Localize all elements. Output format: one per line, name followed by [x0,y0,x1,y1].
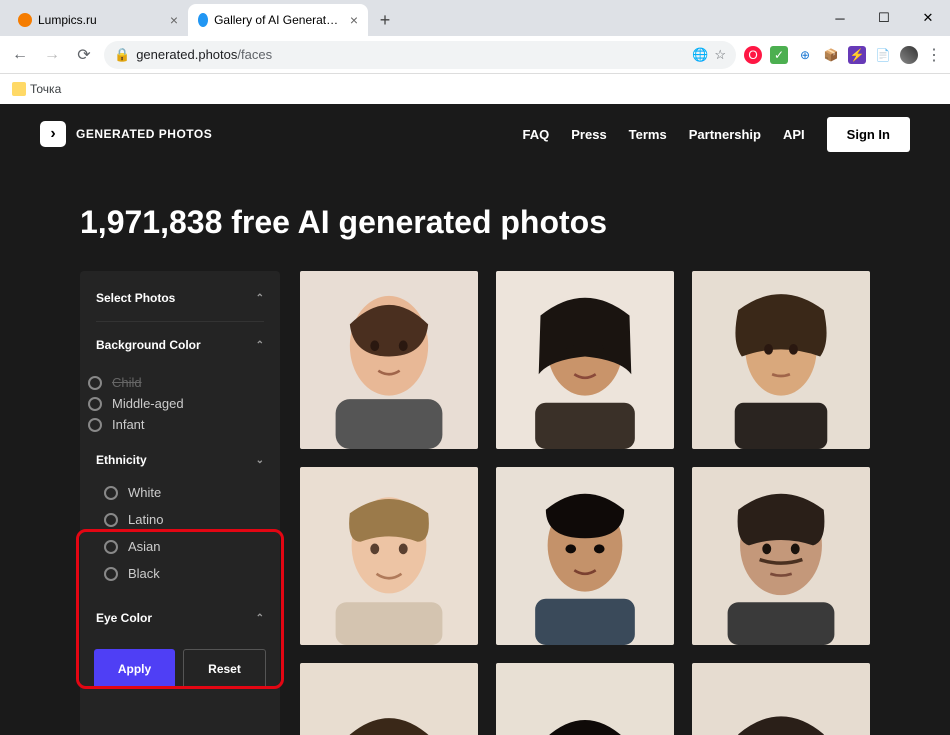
nav-press[interactable]: Press [571,127,606,142]
site-logo[interactable]: › GENERATED PHOTOS [40,121,212,147]
maximize-button[interactable]: ☐ [862,0,906,36]
favicon-lumpics [18,13,32,27]
photo-item[interactable] [692,271,870,449]
photo-item[interactable] [496,271,674,449]
browser-tab-generated[interactable]: Gallery of AI Generated Faces | G × [188,4,368,36]
ext-purple-icon[interactable]: ⚡ [848,46,866,64]
opera-icon[interactable]: O [744,46,762,64]
signin-button[interactable]: Sign In [827,117,910,152]
favicon-generated [198,13,208,27]
reading-list-icon[interactable]: 📄 [874,46,892,64]
page-title: 1,971,838 free AI generated photos [0,164,950,271]
lock-icon: 🔒 [114,47,130,63]
bookmark-tochka[interactable]: Точка [12,82,61,96]
apply-button[interactable]: Apply [94,649,175,689]
photo-item[interactable] [496,467,674,645]
photo-item[interactable] [300,467,478,645]
menu-button[interactable]: ⋮ [926,45,942,65]
new-tab-button[interactable]: + [372,7,398,33]
radio-latino[interactable]: Latino [104,506,264,533]
nav-terms[interactable]: Terms [629,127,667,142]
url-text: generated.photos/faces [136,47,272,62]
filter-age-options: Child Middle-aged Infant [80,372,280,441]
radio-child[interactable]: Child [88,372,280,393]
nav-faq[interactable]: FAQ [523,127,550,142]
adblock-icon[interactable]: ✓ [770,46,788,64]
radio-middle-aged[interactable]: Middle-aged [88,393,280,414]
radio-icon [104,486,118,500]
photo-item[interactable] [692,467,870,645]
reset-button[interactable]: Reset [183,649,266,689]
page-content[interactable]: › GENERATED PHOTOS FAQ Press Terms Partn… [0,104,950,735]
browser-tab-lumpics[interactable]: Lumpics.ru × [8,4,188,36]
bookmarks-bar: Точка [0,74,950,104]
filter-ethnicity: Ethnicity ⌄ White Latino Asian [80,441,280,599]
logo-text: GENERATED PHOTOS [76,127,212,141]
filter-background-color[interactable]: Background Color ⌃ [80,326,280,364]
chevron-up-icon: ⌃ [256,340,264,351]
extension-icons: O ✓ ⊕ 📦 ⚡ 📄 ⋮ [744,45,942,65]
nav-partnership[interactable]: Partnership [689,127,761,142]
window-titlebar: Lumpics.ru × Gallery of AI Generated Fac… [0,0,950,36]
chevron-up-icon: ⌃ [256,293,264,304]
radio-icon [104,567,118,581]
filter-ethnicity-header[interactable]: Ethnicity ⌄ [96,453,264,467]
photo-item[interactable] [300,271,478,449]
tab-title: Lumpics.ru [38,13,97,27]
address-bar[interactable]: 🔒 generated.photos/faces 🌐 ☆ [104,41,736,69]
divider [96,321,264,322]
window-controls: ─ ☐ ✕ [818,0,950,36]
nav-api[interactable]: API [783,127,805,142]
radio-icon [88,376,102,390]
radio-asian[interactable]: Asian [104,533,264,560]
cube-icon[interactable]: 📦 [822,46,840,64]
chevron-up-icon: ⌃ [256,613,264,624]
forward-button[interactable]: → [40,43,64,67]
chevron-down-icon: ⌄ [256,455,264,466]
browser-toolbar: ← → ⟳ 🔒 generated.photos/faces 🌐 ☆ O ✓ ⊕… [0,36,950,74]
radio-infant[interactable]: Infant [88,414,280,435]
reload-button[interactable]: ⟳ [72,43,96,67]
radio-icon [104,513,118,527]
radio-icon [104,540,118,554]
filter-select-photos[interactable]: Select Photos ⌃ [80,279,280,317]
filters-sidebar: Select Photos ⌃ Background Color ⌃ Child [80,271,280,735]
logo-badge-icon: › [40,121,66,147]
globe-icon[interactable]: ⊕ [796,46,814,64]
radio-icon [88,418,102,432]
bookmark-folder-icon [12,82,26,96]
photo-item[interactable] [496,663,674,735]
profile-avatar[interactable] [900,46,918,64]
close-button[interactable]: ✕ [906,0,950,36]
radio-black[interactable]: Black [104,560,264,587]
nav-links: FAQ Press Terms Partnership API Sign In [523,117,910,152]
photo-item[interactable] [692,663,870,735]
radio-white[interactable]: White [104,479,264,506]
translate-icon[interactable]: 🌐 [692,47,708,63]
filter-actions: Apply Reset [80,637,280,701]
close-icon[interactable]: × [170,12,178,28]
close-icon[interactable]: × [350,12,358,28]
star-icon[interactable]: ☆ [714,47,726,63]
photo-gallery [300,271,870,735]
tab-title: Gallery of AI Generated Faces | G [214,13,344,27]
photo-item[interactable] [300,663,478,735]
minimize-button[interactable]: ─ [818,0,862,36]
radio-icon [88,397,102,411]
content-area: Select Photos ⌃ Background Color ⌃ Child [0,271,950,735]
filter-eye-color[interactable]: Eye Color ⌃ [80,599,280,637]
back-button[interactable]: ← [8,43,32,67]
site-header: › GENERATED PHOTOS FAQ Press Terms Partn… [0,104,950,164]
